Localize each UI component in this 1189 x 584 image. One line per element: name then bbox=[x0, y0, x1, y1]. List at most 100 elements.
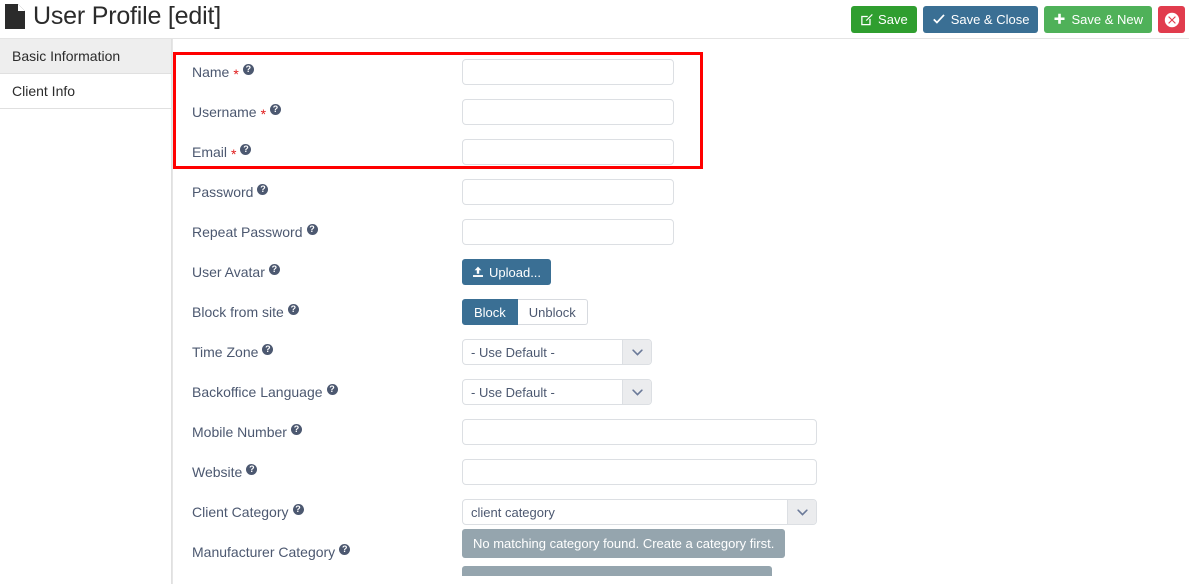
question-mark-icon[interactable]: ? bbox=[268, 263, 280, 275]
field-label-repeat-password: Repeat Password ? bbox=[173, 223, 462, 240]
email-input[interactable] bbox=[462, 139, 674, 165]
label-text: Client Category bbox=[192, 504, 289, 520]
save-and-close-button-label: Save & Close bbox=[950, 12, 1030, 27]
page-header: User Profile [edit] Save Save & Close Sa… bbox=[0, 0, 1189, 39]
save-and-close-button[interactable]: Save & Close bbox=[922, 6, 1039, 33]
field-control-client-category: client category bbox=[462, 499, 1189, 525]
label-text: Username bbox=[192, 104, 257, 120]
field-control-name bbox=[462, 59, 1189, 85]
field-control-user-avatar: Upload... bbox=[462, 259, 1189, 285]
chevron-down-icon bbox=[787, 500, 816, 524]
label-text: Email bbox=[192, 144, 228, 160]
question-mark-icon[interactable]: ? bbox=[292, 503, 304, 515]
field-control-email bbox=[462, 139, 1189, 165]
question-mark-icon[interactable]: ? bbox=[306, 223, 318, 235]
field-label-time-zone: Time Zone ? bbox=[173, 343, 462, 360]
field-control-time-zone: - Use Default - bbox=[462, 339, 1189, 365]
question-mark-icon[interactable]: ? bbox=[326, 383, 338, 395]
field-label-website: Website ? bbox=[173, 463, 462, 480]
password-input[interactable] bbox=[462, 179, 674, 205]
label-text: Manufacturer Category bbox=[192, 544, 336, 560]
client-category-select[interactable]: client category bbox=[462, 499, 817, 525]
question-mark-icon[interactable]: ? bbox=[240, 143, 252, 155]
page-body: Basic Information Client Info Name * ? U… bbox=[0, 39, 1189, 584]
form-row-mobile-number: Mobile Number ? bbox=[173, 412, 1189, 452]
field-control-block-from-site: Block Unblock bbox=[462, 299, 1189, 325]
save-and-new-button-label: Save & New bbox=[1071, 12, 1143, 27]
field-control-backoffice-language: - Use Default - bbox=[462, 379, 1189, 405]
field-label-username: Username * ? bbox=[173, 103, 462, 122]
field-control-username bbox=[462, 99, 1189, 125]
save-button[interactable]: Save bbox=[851, 6, 917, 33]
save-button-label: Save bbox=[878, 12, 908, 27]
no-category-notice: No matching category found. Create a cat… bbox=[462, 528, 786, 558]
check-icon bbox=[932, 13, 946, 26]
label-text: User Avatar bbox=[192, 264, 265, 280]
field-control-website bbox=[462, 459, 1189, 485]
question-mark-icon[interactable]: ? bbox=[246, 463, 258, 475]
field-label-block-from-site: Block from site ? bbox=[173, 303, 462, 320]
upload-button[interactable]: Upload... bbox=[462, 259, 552, 285]
sidebar-item-label: Client Info bbox=[12, 83, 76, 99]
question-mark-icon[interactable]: ? bbox=[242, 63, 254, 75]
field-label-name: Name * ? bbox=[173, 63, 462, 81]
form-row-manufacturer-category: Manufacturer Category ? No matching cate… bbox=[173, 528, 1189, 576]
time-zone-value: - Use Default - bbox=[471, 344, 555, 360]
form-row-username: Username * ? bbox=[173, 92, 1189, 132]
field-control-mobile-number bbox=[462, 419, 1189, 445]
label-text: Time Zone bbox=[192, 344, 259, 360]
field-label-user-avatar: User Avatar ? bbox=[173, 263, 462, 280]
username-input[interactable] bbox=[462, 99, 674, 125]
close-button[interactable] bbox=[1158, 6, 1185, 33]
sidebar: Basic Information Client Info bbox=[0, 39, 172, 584]
field-label-client-category: Client Category ? bbox=[173, 503, 462, 520]
required-asterisk: * bbox=[260, 106, 267, 122]
chevron-down-icon bbox=[622, 380, 651, 404]
label-text: Mobile Number bbox=[192, 424, 287, 440]
block-option-unblock[interactable]: Unblock bbox=[517, 299, 588, 325]
form-row-time-zone: Time Zone ? - Use Default - bbox=[173, 332, 1189, 372]
form-row-user-avatar: User Avatar ? Upload... bbox=[173, 252, 1189, 292]
question-mark-icon[interactable]: ? bbox=[262, 343, 274, 355]
website-input[interactable] bbox=[462, 459, 817, 485]
name-input[interactable] bbox=[462, 59, 674, 85]
required-asterisk: * bbox=[231, 146, 237, 162]
upload-icon bbox=[472, 266, 484, 278]
time-zone-select[interactable]: - Use Default - bbox=[462, 339, 652, 365]
sidebar-item-basic-information[interactable]: Basic Information bbox=[0, 39, 171, 74]
field-label-mobile-number: Mobile Number ? bbox=[173, 423, 462, 440]
form-row-email: Email * ? bbox=[173, 132, 1189, 172]
form-panel: Name * ? Username * ? Email * ? Password… bbox=[172, 39, 1189, 584]
question-mark-icon[interactable]: ? bbox=[270, 103, 282, 115]
sidebar-item-label: Basic Information bbox=[12, 48, 121, 64]
close-circle-icon bbox=[1164, 12, 1180, 28]
label-text: Name bbox=[192, 64, 230, 80]
field-label-password: Password ? bbox=[173, 183, 462, 200]
block-toggle-group: Block Unblock bbox=[462, 299, 588, 325]
save-and-new-button[interactable]: Save & New bbox=[1044, 6, 1152, 33]
edit-pencil-icon bbox=[860, 13, 873, 26]
label-text: Repeat Password bbox=[192, 224, 303, 240]
document-icon bbox=[4, 3, 26, 30]
question-mark-icon[interactable]: ? bbox=[257, 183, 269, 195]
repeat-password-input[interactable] bbox=[462, 219, 674, 245]
mobile-number-input[interactable] bbox=[462, 419, 817, 445]
question-mark-icon[interactable]: ? bbox=[287, 303, 299, 315]
label-text: Website bbox=[192, 464, 243, 480]
page-title-group: User Profile [edit] bbox=[4, 2, 221, 31]
form-row-block-from-site: Block from site ? Block Unblock bbox=[173, 292, 1189, 332]
form-row-client-category: Client Category ? client category bbox=[173, 492, 1189, 532]
chevron-down-icon bbox=[622, 340, 651, 364]
form-rows: Name * ? Username * ? Email * ? Password… bbox=[173, 39, 1189, 576]
field-label-manufacturer-category: Manufacturer Category ? bbox=[173, 543, 462, 560]
label-text: Backoffice Language bbox=[192, 384, 323, 400]
question-mark-icon[interactable]: ? bbox=[290, 423, 302, 435]
page-title: User Profile [edit] bbox=[33, 2, 221, 30]
client-category-value: client category bbox=[471, 504, 555, 520]
sidebar-item-client-info[interactable]: Client Info bbox=[0, 74, 171, 109]
question-mark-icon[interactable]: ? bbox=[339, 543, 351, 555]
form-row-website: Website ? bbox=[173, 452, 1189, 492]
block-option-block[interactable]: Block bbox=[462, 299, 518, 325]
backoffice-language-select[interactable]: - Use Default - bbox=[462, 379, 652, 405]
form-row-backoffice-language: Backoffice Language ? - Use Default - bbox=[173, 372, 1189, 412]
